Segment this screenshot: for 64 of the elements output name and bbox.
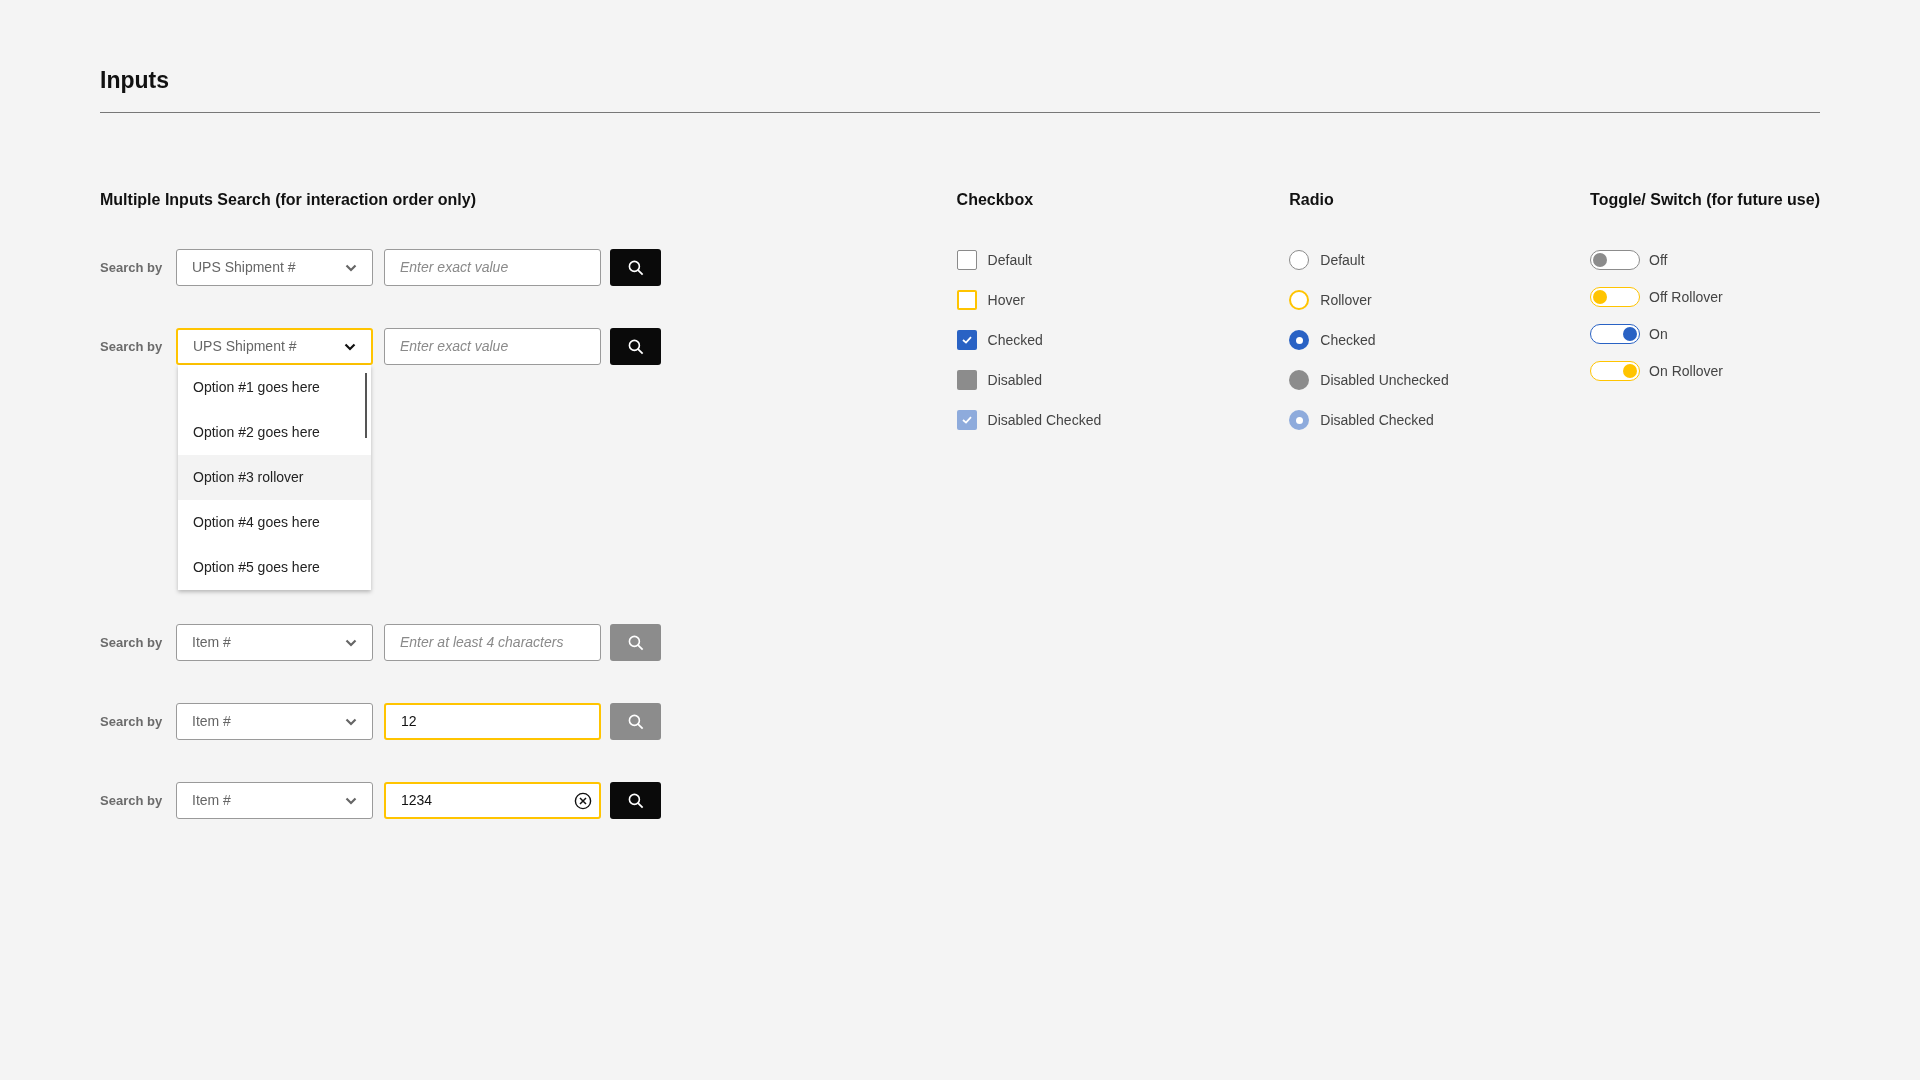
chevron-down-icon	[344, 342, 356, 351]
select-field[interactable]: Item #	[176, 624, 373, 661]
chevron-down-icon	[345, 263, 357, 272]
dropdown-option[interactable]: Option #3 rollover	[178, 455, 371, 500]
chevron-down-icon	[345, 796, 357, 805]
dropdown-option[interactable]: Option #4 goes here	[178, 500, 371, 545]
text-input-field[interactable]: 1234	[384, 782, 601, 819]
search-icon	[627, 259, 644, 276]
text-input-field[interactable]: Enter at least 4 characters	[384, 624, 601, 661]
search-icon	[627, 713, 644, 730]
radio-label: Default	[1320, 250, 1365, 270]
radio-button[interactable]	[1289, 250, 1310, 270]
toggle-switch[interactable]	[1590, 324, 1641, 344]
radio-label: Disabled Checked	[1320, 410, 1434, 430]
search-button[interactable]	[610, 328, 661, 365]
checkbox-label: Checked	[987, 330, 1043, 350]
search-icon	[627, 634, 644, 651]
toggle-label: Off	[1649, 250, 1668, 270]
page-title: Inputs	[100, 66, 169, 95]
search-by-label: Search by	[100, 712, 164, 731]
radio-label: Rollover	[1320, 290, 1372, 310]
text-input-field[interactable]: 12	[384, 703, 601, 740]
text-input-field[interactable]: Enter exact value	[384, 328, 601, 365]
radio-label: Checked	[1320, 330, 1376, 350]
checkmark-icon	[961, 416, 972, 424]
checkbox-label: Hover	[987, 290, 1025, 310]
toggle-switch[interactable]	[1590, 250, 1641, 270]
scrollbar	[365, 373, 367, 438]
section-heading: Radio	[1289, 190, 1334, 210]
search-by-label: Search by	[100, 791, 164, 810]
select-field[interactable]: Item #	[176, 703, 373, 740]
chevron-down-icon	[345, 717, 357, 726]
select-field[interactable]: Item #	[176, 782, 373, 819]
select-field[interactable]: UPS Shipment #	[176, 328, 373, 365]
toggle-label: On Rollover	[1649, 361, 1723, 381]
dropdown-option[interactable]: Option #1 goes here	[178, 365, 371, 410]
checkbox-label: Disabled Checked	[987, 410, 1102, 430]
search-button[interactable]	[610, 249, 661, 286]
checkmark-icon	[961, 336, 972, 344]
search-icon	[627, 338, 644, 355]
section-heading: Toggle/ Switch (for future use)	[1590, 190, 1820, 210]
search-by-label: Search by	[100, 258, 164, 277]
search-icon	[627, 792, 644, 809]
section-heading: Multiple Inputs Search (for interaction order only)	[100, 190, 477, 210]
chevron-down-icon	[345, 638, 357, 647]
search-by-label: Search by	[100, 337, 164, 356]
dropdown-option[interactable]: Option #2 goes here	[178, 410, 371, 455]
radio-button[interactable]	[1289, 290, 1310, 310]
dropdown-option[interactable]: Option #5 goes here	[178, 545, 371, 590]
checkbox-label: Default	[987, 250, 1032, 270]
select-field[interactable]: UPS Shipment #	[176, 249, 373, 286]
checkbox[interactable]	[956, 330, 977, 350]
toggle-label: Off Rollover	[1649, 287, 1723, 307]
text-input-field[interactable]: Enter exact value	[384, 249, 601, 286]
section-heading: Checkbox	[956, 190, 1034, 210]
checkbox-label: Disabled	[987, 370, 1043, 390]
checkbox[interactable]	[956, 290, 977, 310]
checkbox[interactable]	[956, 250, 977, 270]
toggle-label: On	[1649, 324, 1668, 344]
search-by-label: Search by	[100, 633, 164, 652]
search-button[interactable]	[610, 782, 661, 819]
radio-button[interactable]	[1289, 330, 1310, 350]
clear-icon[interactable]	[574, 791, 592, 810]
radio-label: Disabled Unchecked	[1320, 370, 1449, 390]
